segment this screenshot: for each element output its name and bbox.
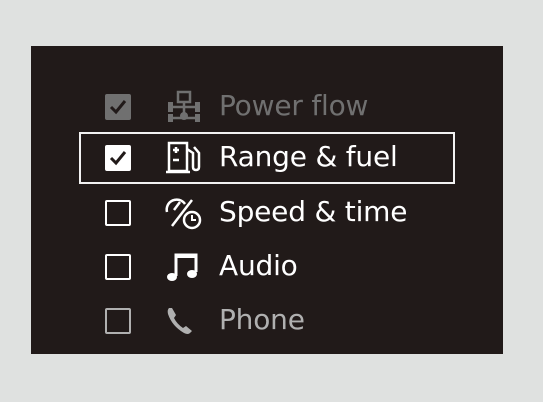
phone-icon [167,308,192,334]
checkbox-range-fuel[interactable] [105,145,131,171]
speed-time-icon [165,198,202,230]
check-icon [109,151,127,166]
menu-item-label: Phone [219,303,305,336]
music-note-icon [167,253,198,281]
fuel-pump-icon [166,141,201,174]
menu-item-label: Audio [219,249,298,282]
checkbox-speed-time[interactable] [105,200,131,226]
menu-item-power-flow[interactable]: Power flow [79,81,455,133]
checkbox-power-flow[interactable] [105,94,131,120]
menu-item-label: Speed & time [219,195,408,228]
menu-item-range-fuel[interactable]: Range & fuel [79,132,455,184]
menu-item-label: Power flow [219,89,369,122]
display-screen: Power flow Range & fuel Speed & time Aud… [31,46,503,354]
menu-item-phone[interactable]: Phone [79,295,455,347]
checkbox-phone[interactable] [105,308,131,334]
check-icon [109,100,127,115]
menu-item-audio[interactable]: Audio [79,241,455,293]
power-flow-icon [168,90,200,122]
checkbox-audio[interactable] [105,254,131,280]
menu-item-speed-time[interactable]: Speed & time [79,187,455,239]
menu-item-label: Range & fuel [219,140,398,173]
